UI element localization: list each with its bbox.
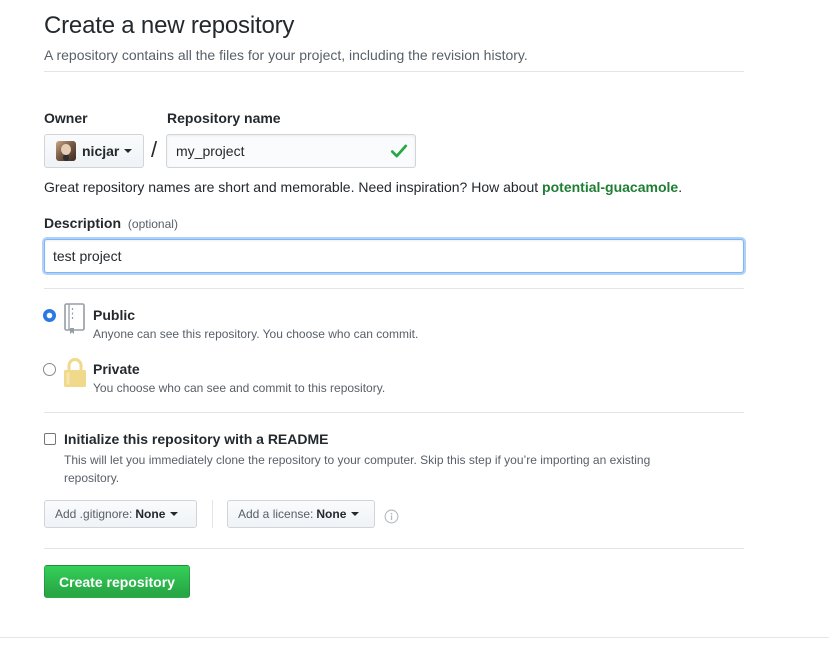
public-radio[interactable] xyxy=(43,309,56,322)
options-separator xyxy=(212,500,213,528)
readme-description-line: This will let you immediately clone the … xyxy=(64,453,651,467)
optional-tag: (optional) xyxy=(127,217,178,231)
readme-description: This will let you immediately clone the … xyxy=(64,451,650,487)
gitignore-label: Add .gitignore: xyxy=(55,507,133,521)
private-description: You choose who can see and commit to thi… xyxy=(93,381,386,395)
create-repository-button[interactable]: Create repository xyxy=(44,565,190,598)
readme-description-line: repository. xyxy=(64,471,120,485)
visibility-divider xyxy=(44,288,744,289)
repo-name-hint-end: . xyxy=(678,179,683,195)
owner-name: nicjar xyxy=(82,143,120,159)
chevron-down-icon xyxy=(124,149,133,153)
private-radio[interactable] xyxy=(43,363,56,376)
footer-divider xyxy=(0,637,829,638)
header-divider xyxy=(44,71,744,72)
description-input[interactable] xyxy=(44,239,744,273)
repo-name-hint: Great repository names are short and mem… xyxy=(44,179,682,195)
license-select-button[interactable]: Add a license: None xyxy=(227,500,375,528)
gitignore-select-button[interactable]: Add .gitignore: None xyxy=(44,500,197,528)
license-label: Add a license: xyxy=(238,507,314,521)
private-title: Private xyxy=(93,361,140,377)
public-title: Public xyxy=(93,307,136,323)
init-divider xyxy=(44,412,744,413)
lock-icon xyxy=(64,358,86,387)
repo-book-icon xyxy=(64,303,85,334)
owner-select-button[interactable]: nicjar xyxy=(44,134,144,168)
page-title: Create a new repository xyxy=(44,12,295,39)
repo-name-hint-text: Great repository names are short and mem… xyxy=(44,179,543,195)
description-label-text: Description xyxy=(44,215,122,231)
description-label: Description (optional) xyxy=(44,215,178,231)
check-icon xyxy=(390,144,408,158)
chevron-down-icon xyxy=(170,512,179,516)
repo-name-input[interactable] xyxy=(166,134,416,168)
public-description: Anyone can see this repository. You choo… xyxy=(93,327,419,341)
owner-repo-separator: / xyxy=(151,137,158,162)
page-subtitle: A repository contains all the files for … xyxy=(44,47,528,63)
info-icon[interactable] xyxy=(384,509,399,524)
chevron-down-icon xyxy=(351,512,360,516)
repo-name-label: Repository name xyxy=(167,110,281,126)
license-value: None xyxy=(316,507,347,521)
owner-avatar xyxy=(56,141,76,161)
readme-checkbox[interactable] xyxy=(44,433,56,445)
name-suggestion-link[interactable]: potential-guacamole xyxy=(542,179,678,195)
readme-title: Initialize this repository with a README xyxy=(64,431,329,447)
actions-divider xyxy=(44,548,744,549)
owner-label: Owner xyxy=(44,110,88,126)
gitignore-value: None xyxy=(135,507,166,521)
